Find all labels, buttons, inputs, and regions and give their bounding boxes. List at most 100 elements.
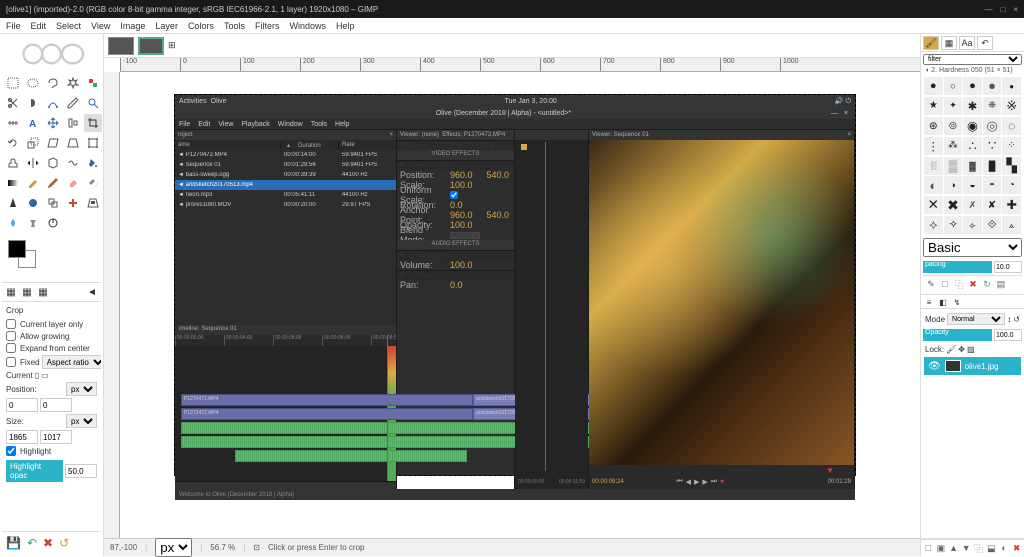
clip-v1[interactable]: P1270472.MP4 bbox=[181, 394, 473, 406]
tl-tracks[interactable]: P1270472.MP4andsketch20170513.mp4 P12724… bbox=[175, 346, 396, 481]
img-del-icon[interactable]: ◄ bbox=[85, 285, 99, 299]
col-rate[interactable]: Rate bbox=[339, 142, 396, 148]
scissors-tool[interactable] bbox=[4, 94, 22, 112]
align-tool[interactable] bbox=[64, 114, 82, 132]
delete-icon[interactable]: ✖ bbox=[43, 536, 53, 550]
history-tab[interactable]: ↶ bbox=[977, 36, 993, 50]
picker-tool[interactable] bbox=[64, 94, 82, 112]
proj-row[interactable]: ◄ bass-sweep.ogg00:00:39:3944100 Hz bbox=[175, 170, 396, 180]
status-zoom[interactable]: 56.7 % bbox=[210, 543, 235, 552]
size-w[interactable] bbox=[6, 430, 38, 444]
proj-row[interactable]: ◄ Sequence 0100:01:29:5659.9401 FPS bbox=[175, 160, 396, 170]
size-h[interactable] bbox=[40, 430, 72, 444]
clip-a3[interactable] bbox=[235, 450, 467, 462]
menu-windows[interactable]: Windows bbox=[289, 21, 326, 31]
rotate-tool[interactable] bbox=[4, 134, 22, 152]
clip-v2[interactable]: P1272472.MP4 bbox=[181, 408, 473, 420]
o-menu-file[interactable]: File bbox=[179, 121, 190, 128]
lock-pos-icon[interactable]: ✥ bbox=[958, 345, 965, 354]
highlight-opacity[interactable]: Highlight opac bbox=[6, 460, 63, 482]
up-icon[interactable]: ▲ bbox=[948, 542, 959, 554]
measure-tool[interactable] bbox=[4, 114, 22, 132]
fx-row[interactable]: Blend Mode:Normal ▾ bbox=[397, 230, 514, 240]
o-menu-window[interactable]: Window bbox=[278, 121, 303, 128]
brush-preset[interactable]: ⊚ bbox=[944, 117, 963, 135]
menu-edit[interactable]: Edit bbox=[31, 21, 47, 31]
brushes-tab[interactable]: 🖌 bbox=[923, 36, 939, 50]
next-frame-icon[interactable]: ▶ bbox=[702, 478, 707, 486]
fx-row[interactable]: Anchor Point:960.0540.0 bbox=[397, 210, 514, 220]
brush-preset[interactable]: ⊛ bbox=[924, 117, 943, 135]
brush-preset[interactable]: ◉ bbox=[963, 117, 982, 135]
mode-select[interactable]: Normal bbox=[947, 313, 1005, 325]
text-tool[interactable]: A bbox=[24, 114, 42, 132]
size-unit[interactable]: px bbox=[66, 414, 97, 428]
transform-tool[interactable] bbox=[84, 134, 102, 152]
img-2-icon[interactable]: ▦ bbox=[20, 285, 34, 299]
brush-preset[interactable]: Basic bbox=[923, 238, 1022, 257]
new-brush-icon[interactable]: □ bbox=[939, 278, 951, 290]
brush-preset[interactable]: ◑ bbox=[944, 176, 963, 194]
menu-file[interactable]: File bbox=[6, 21, 21, 31]
eye-icon[interactable]: 👁 bbox=[928, 361, 941, 372]
o-menu-tools[interactable]: Tools bbox=[311, 121, 327, 128]
clone-tool[interactable] bbox=[44, 194, 62, 212]
pos-y[interactable] bbox=[40, 398, 72, 412]
brush-preset[interactable]: ✕ bbox=[924, 196, 943, 214]
play-icon[interactable]: ▶ bbox=[694, 478, 699, 486]
scale-tool[interactable] bbox=[24, 134, 42, 152]
mypaint-tool[interactable] bbox=[24, 194, 42, 212]
smudge-tool[interactable] bbox=[24, 214, 42, 232]
go-start-icon[interactable]: ⏮ bbox=[676, 478, 682, 486]
fx-row[interactable]: Uniform Scale: bbox=[397, 190, 514, 200]
gradient-tool[interactable] bbox=[4, 174, 22, 192]
dup-layer-icon[interactable]: ⿻ bbox=[974, 542, 985, 554]
blur-tool[interactable] bbox=[4, 214, 22, 232]
brush-preset[interactable]: ● bbox=[924, 77, 943, 95]
fx-tab2[interactable]: Effects: P1270472.MP4 bbox=[442, 132, 505, 138]
prev-frame-icon[interactable]: ◀ bbox=[686, 478, 691, 486]
menu-layer[interactable]: Layer bbox=[155, 21, 178, 31]
layer-item[interactable]: 👁 olive1.jpg bbox=[924, 357, 1021, 375]
brush-preset[interactable]: ◒ bbox=[963, 176, 982, 194]
o-menu-edit[interactable]: Edit bbox=[198, 121, 210, 128]
rect-select-tool[interactable] bbox=[4, 74, 22, 92]
cage-tool[interactable] bbox=[44, 154, 62, 172]
portrait-icon[interactable]: ▯ bbox=[35, 371, 39, 380]
brush-preset[interactable]: ⟐ bbox=[983, 216, 1002, 234]
brush-preset[interactable]: ★ bbox=[924, 97, 943, 115]
spacing-val[interactable] bbox=[994, 261, 1022, 273]
brush-preset[interactable]: ⟑ bbox=[1002, 216, 1021, 234]
reset-icon[interactable]: ↺ bbox=[59, 536, 69, 550]
crop-tool[interactable] bbox=[84, 114, 102, 132]
move-tool[interactable] bbox=[44, 114, 62, 132]
out-mark-icon[interactable]: ▼ bbox=[826, 466, 834, 475]
brush-preset[interactable]: ░ bbox=[924, 157, 943, 175]
seq-video[interactable] bbox=[589, 140, 854, 465]
playhead[interactable] bbox=[387, 335, 388, 346]
fixed-select[interactable]: Aspect ratio bbox=[42, 355, 101, 369]
revert-icon[interactable]: ↶ bbox=[27, 536, 37, 550]
current-layer-check[interactable]: Current layer only bbox=[6, 319, 97, 329]
pos-x[interactable] bbox=[6, 398, 38, 412]
heal-tool[interactable] bbox=[64, 194, 82, 212]
fx-tab1[interactable]: Viewer: (none) bbox=[400, 132, 439, 138]
flip-tool[interactable] bbox=[24, 154, 42, 172]
o-menu-view[interactable]: View bbox=[218, 121, 233, 128]
dodge-tool[interactable] bbox=[44, 214, 62, 232]
min-button[interactable]: — bbox=[984, 5, 992, 14]
fx-volume[interactable]: ▾✓ Volume bbox=[397, 250, 514, 260]
menu-select[interactable]: Select bbox=[56, 21, 81, 31]
fx-pan[interactable]: ▾✓ Pan bbox=[397, 270, 514, 280]
fgbg-swatch[interactable] bbox=[6, 238, 97, 278]
fx-row[interactable]: Pan:0.0 bbox=[397, 280, 514, 290]
lock-alpha-icon[interactable]: ▨ bbox=[967, 345, 975, 354]
color-select-tool[interactable] bbox=[84, 74, 102, 92]
go-end-icon[interactable]: ⏭ bbox=[711, 478, 717, 486]
fonts-tab[interactable]: Aa bbox=[959, 36, 975, 50]
tl-scrollbar[interactable] bbox=[175, 481, 396, 489]
brush-preset[interactable]: ❋ bbox=[983, 97, 1002, 115]
src-marker[interactable] bbox=[521, 144, 527, 150]
fuzzy-select-tool[interactable] bbox=[64, 74, 82, 92]
del-brush-icon[interactable]: ✖ bbox=[967, 278, 979, 290]
